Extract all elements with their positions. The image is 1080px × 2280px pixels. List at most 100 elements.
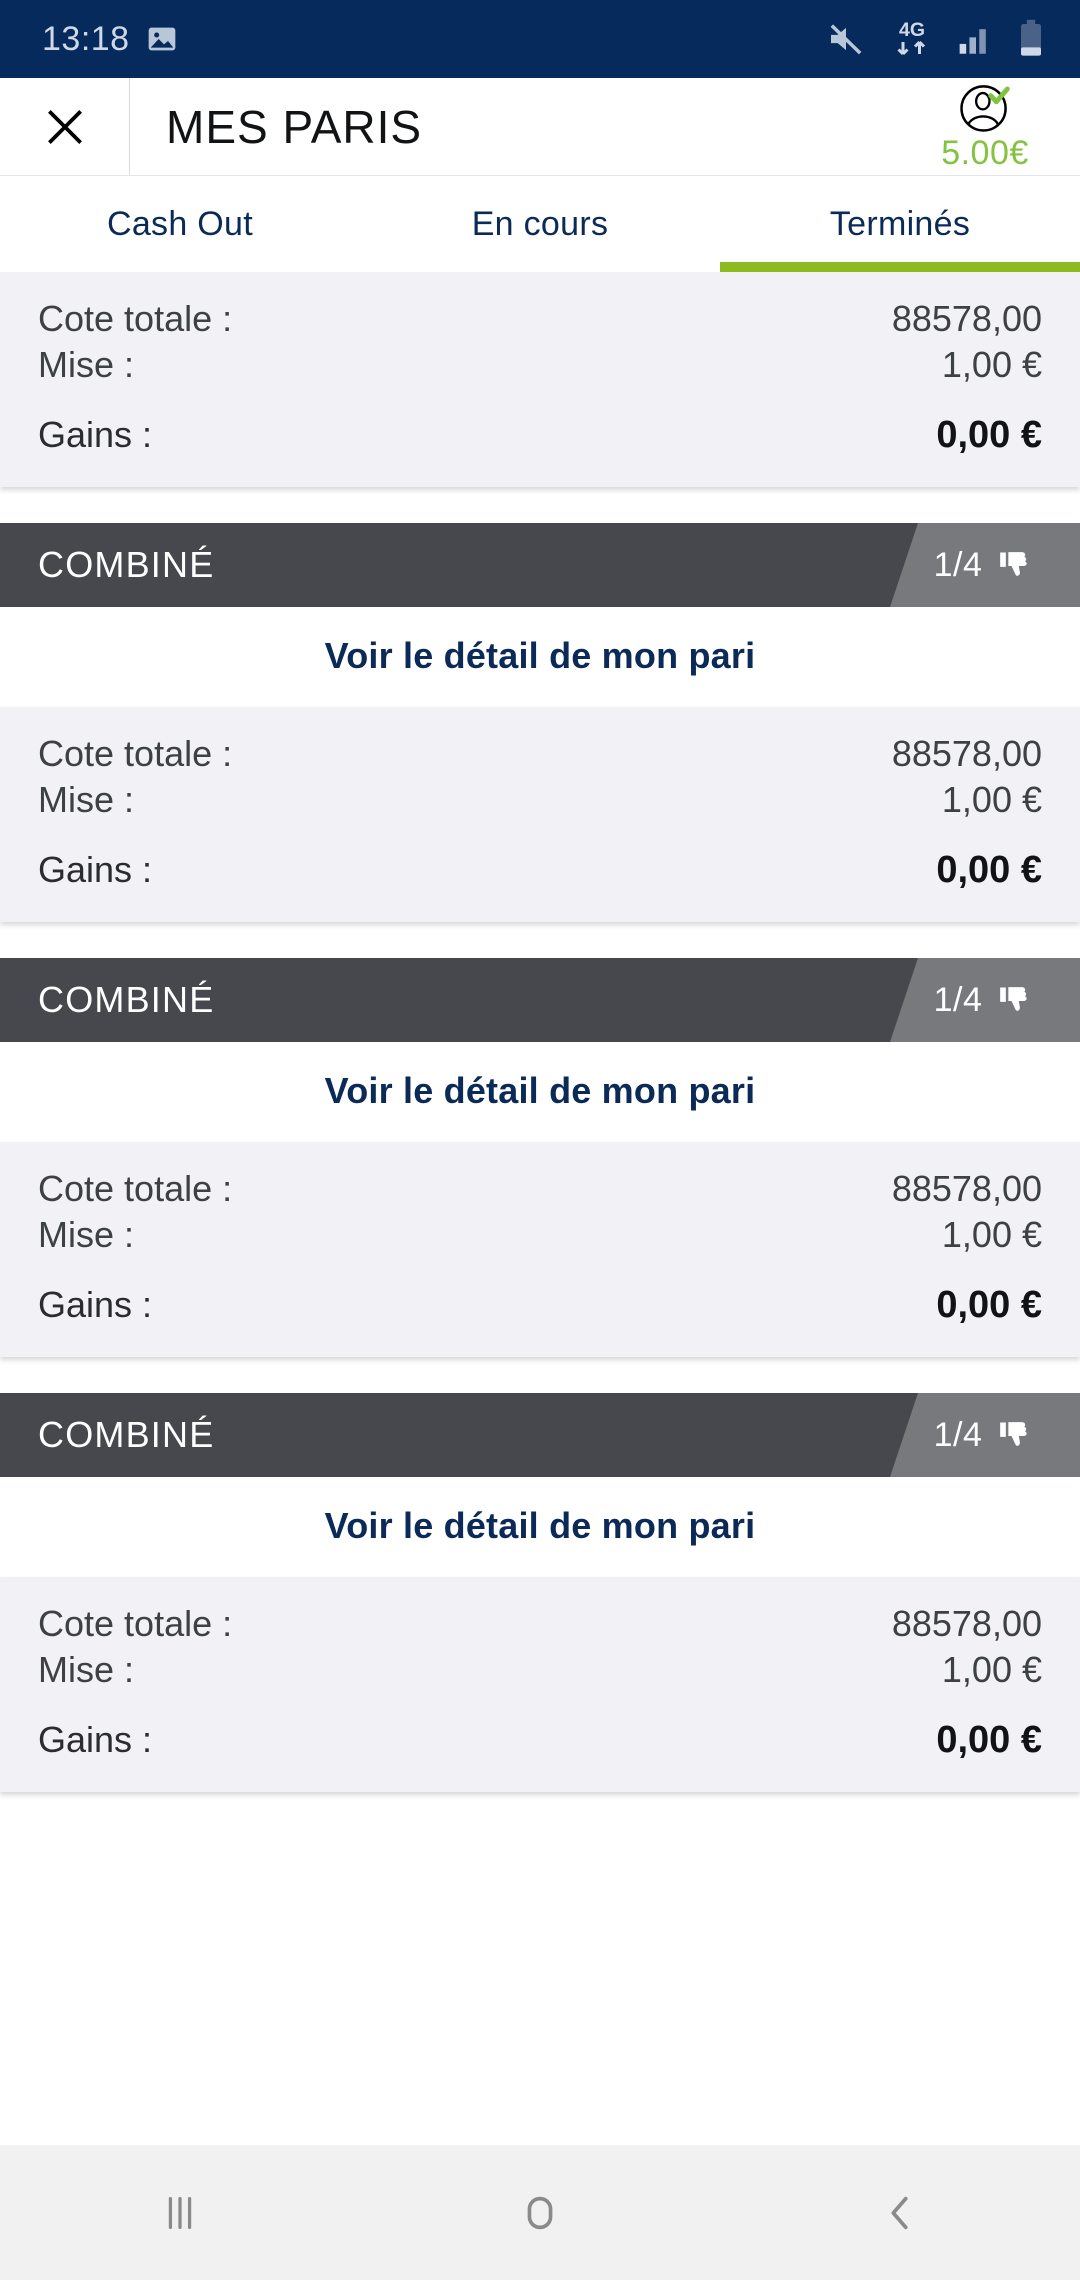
- gains-label: Gains :: [38, 414, 153, 455]
- image-icon: [146, 23, 178, 55]
- android-nav-bar: [0, 2145, 1080, 2280]
- close-button[interactable]: [0, 78, 130, 175]
- app-header: MES PARIS 5.00€: [0, 78, 1080, 176]
- summary-row-cote: Cote totale : 88578,00: [38, 1168, 1042, 1210]
- summary-row-mise: Mise : 1,00 €: [38, 1214, 1042, 1256]
- clock: 13:18: [42, 19, 130, 58]
- summary-row-mise: Mise : 1,00 €: [38, 779, 1042, 821]
- recent-apps-icon: [168, 2196, 192, 2229]
- page-title-container: MES PARIS: [130, 78, 890, 175]
- gains-value: 0,00 €: [936, 1284, 1042, 1326]
- tab-label: Cash Out: [106, 204, 254, 243]
- list-gap: [0, 487, 1080, 523]
- bet-count: 1/4: [933, 980, 983, 1019]
- thumbs-down-icon: [1000, 1422, 1028, 1446]
- summary-row-gains: Gains : 0,00 €: [38, 414, 1042, 457]
- thumbs-down-icon: [1000, 552, 1028, 576]
- status-bar-left: 13:18: [42, 20, 178, 59]
- bet-type-label: COMBINÉ: [38, 1414, 215, 1455]
- mise-label: Mise :: [38, 1649, 135, 1690]
- home-button[interactable]: [440, 2190, 640, 2236]
- cote-value: 88578,00: [891, 1603, 1042, 1644]
- bet-type-label: COMBINÉ: [38, 544, 215, 585]
- account-verified-icon: [960, 85, 1010, 132]
- tab-underline-active: [720, 262, 1080, 272]
- tab-underline: [0, 262, 360, 272]
- gains-value: 0,00 €: [936, 1719, 1042, 1761]
- bet-type-label: COMBINÉ: [38, 979, 215, 1020]
- bet-count: 1/4: [933, 1415, 983, 1454]
- mise-label: Mise :: [38, 779, 135, 820]
- cote-value: 88578,00: [891, 733, 1042, 774]
- gains-value: 0,00 €: [936, 849, 1042, 891]
- bet-summary: Cote totale : 88578,00 Mise : 1,00 € Gai…: [0, 1142, 1080, 1357]
- summary-row-gains: Gains : 0,00 €: [38, 1284, 1042, 1327]
- bet-detail-link[interactable]: Voir le détail de mon pari: [0, 1477, 1080, 1577]
- app-screen: 13:18 4G MES PARIS 5.00€ Cash Out En cou…: [0, 0, 1080, 2280]
- page-title: MES PARIS: [166, 100, 423, 153]
- bet-card: COMBINÉ 1/4 Voir le détail de mon pari C…: [0, 1393, 1080, 1792]
- summary-row-mise: Mise : 1,00 €: [38, 344, 1042, 386]
- cote-value: 88578,00: [891, 298, 1042, 339]
- summary-row-gains: Gains : 0,00 €: [38, 1719, 1042, 1762]
- signal-bars-icon: [958, 22, 994, 56]
- gains-label: Gains :: [38, 1284, 153, 1325]
- gains-label: Gains :: [38, 1719, 153, 1760]
- list-gap-bottom: [0, 1792, 1080, 1828]
- mise-value: 1,00 €: [941, 1649, 1042, 1690]
- cote-value: 88578,00: [891, 1168, 1042, 1209]
- tab-label: Terminés: [829, 204, 971, 243]
- bet-status-badge: 1/4: [890, 1393, 1080, 1477]
- bet-list[interactable]: Cote totale : 88578,00 Mise : 1,00 € Gai…: [0, 272, 1080, 2145]
- battery-icon: [1016, 19, 1046, 59]
- bet-summary: Cote totale : 88578,00 Mise : 1,00 € Gai…: [0, 1577, 1080, 1792]
- summary-row-mise: Mise : 1,00 €: [38, 1649, 1042, 1691]
- tab-en-cours[interactable]: En cours: [360, 176, 720, 272]
- summary-row-gains: Gains : 0,00 €: [38, 849, 1042, 892]
- mute-icon: [826, 19, 866, 59]
- bet-type-bar: COMBINÉ 1/4: [0, 523, 1080, 607]
- bet-detail-link[interactable]: Voir le détail de mon pari: [0, 1042, 1080, 1142]
- cote-label: Cote totale :: [38, 733, 233, 774]
- thumbs-down-icon: [1000, 987, 1028, 1011]
- bet-card: COMBINÉ 1/4 Voir le détail de mon pari C…: [0, 958, 1080, 1357]
- cote-label: Cote totale :: [38, 298, 233, 339]
- network-4g-icon: 4G: [888, 16, 936, 62]
- recent-apps-button[interactable]: [80, 2190, 280, 2236]
- mise-label: Mise :: [38, 344, 135, 385]
- bet-summary: Cote totale : 88578,00 Mise : 1,00 € Gai…: [0, 272, 1080, 487]
- home-icon: [527, 2196, 553, 2229]
- mise-value: 1,00 €: [941, 779, 1042, 820]
- bet-type-bar: COMBINÉ 1/4: [0, 958, 1080, 1042]
- bet-summary: Cote totale : 88578,00 Mise : 1,00 € Gai…: [0, 707, 1080, 922]
- tab-bar: Cash Out En cours Terminés: [0, 176, 1080, 272]
- back-icon: [891, 2196, 908, 2229]
- list-gap: [0, 1357, 1080, 1393]
- mise-value: 1,00 €: [941, 1214, 1042, 1255]
- summary-row-cote: Cote totale : 88578,00: [38, 298, 1042, 340]
- tab-label: En cours: [471, 204, 609, 243]
- bet-status-badge: 1/4: [890, 523, 1080, 607]
- bet-count: 1/4: [933, 545, 983, 584]
- svg-text:4G: 4G: [899, 19, 925, 41]
- close-icon: [47, 109, 82, 144]
- account-button[interactable]: 5.00€: [890, 78, 1080, 175]
- status-bar-right: 4G: [826, 16, 1046, 62]
- bet-card: COMBINÉ 1/4 Voir le détail de mon pari C…: [0, 523, 1080, 922]
- status-bar: 13:18 4G: [0, 0, 1080, 78]
- summary-row-cote: Cote totale : 88578,00: [38, 1603, 1042, 1645]
- gains-value: 0,00 €: [936, 414, 1042, 456]
- tab-cash-out[interactable]: Cash Out: [0, 176, 360, 272]
- cote-label: Cote totale :: [38, 1168, 233, 1209]
- tab-termines[interactable]: Terminés: [720, 176, 1080, 272]
- back-button[interactable]: [800, 2190, 1000, 2236]
- cote-label: Cote totale :: [38, 1603, 233, 1644]
- tab-underline: [360, 262, 720, 272]
- gains-label: Gains :: [38, 849, 153, 890]
- list-gap: [0, 922, 1080, 958]
- account-balance: 5.00€: [941, 134, 1029, 172]
- bet-status-badge: 1/4: [890, 958, 1080, 1042]
- summary-row-cote: Cote totale : 88578,00: [38, 733, 1042, 775]
- bet-detail-link[interactable]: Voir le détail de mon pari: [0, 607, 1080, 707]
- mise-label: Mise :: [38, 1214, 135, 1255]
